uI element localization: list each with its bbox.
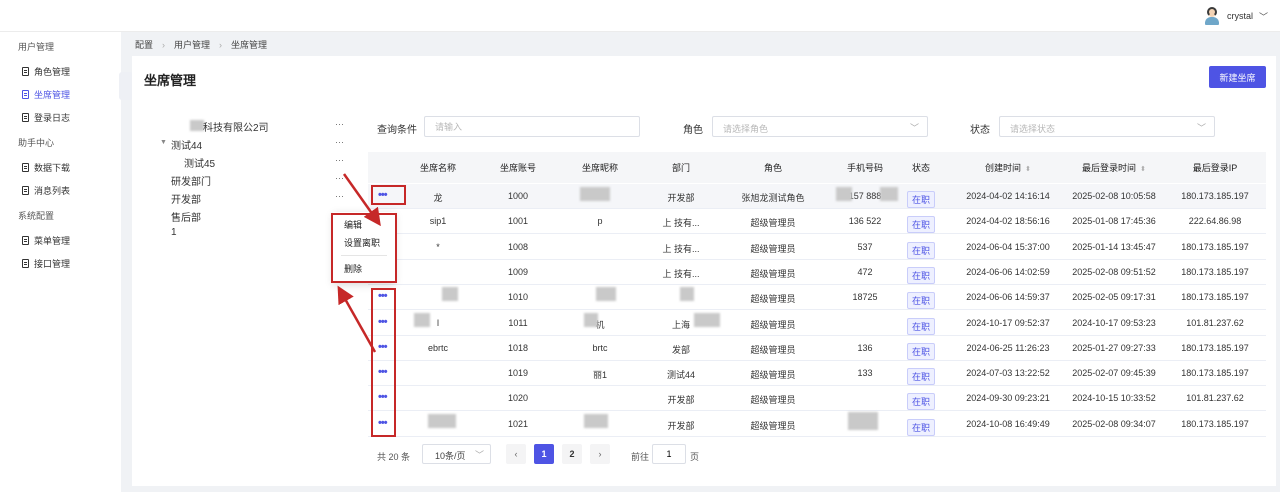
annotation-arrow [337,285,377,353]
redacted-block [580,187,610,201]
redacted-block [836,187,852,201]
redacted-block [694,313,720,327]
redacted-block [680,287,694,301]
redacted-block [584,414,608,428]
goto-label: 前往 [631,452,650,462]
next-page-button[interactable]: › [590,444,610,464]
page-suffix: 页 [690,452,700,462]
redacted-block [848,412,878,430]
annotation-arrows [337,173,381,353]
redacted-block [584,313,598,327]
total-count: 共 20 条 [377,452,411,462]
page-2-button[interactable]: 2 [562,444,582,464]
redacted-block [414,313,430,327]
redacted-block [596,287,616,301]
redacted-block [442,287,458,301]
page-size-select[interactable]: 10条/页 ﹀ [422,444,491,464]
redacted-block [880,187,898,201]
page-1-button[interactable]: 1 [534,444,554,464]
redacted-block [428,414,456,428]
chevron-down-icon: ﹀ [474,450,484,460]
goto-page-input[interactable] [652,444,686,464]
prev-page-button[interactable]: ‹ [506,444,526,464]
annotation-arrow [342,173,381,227]
